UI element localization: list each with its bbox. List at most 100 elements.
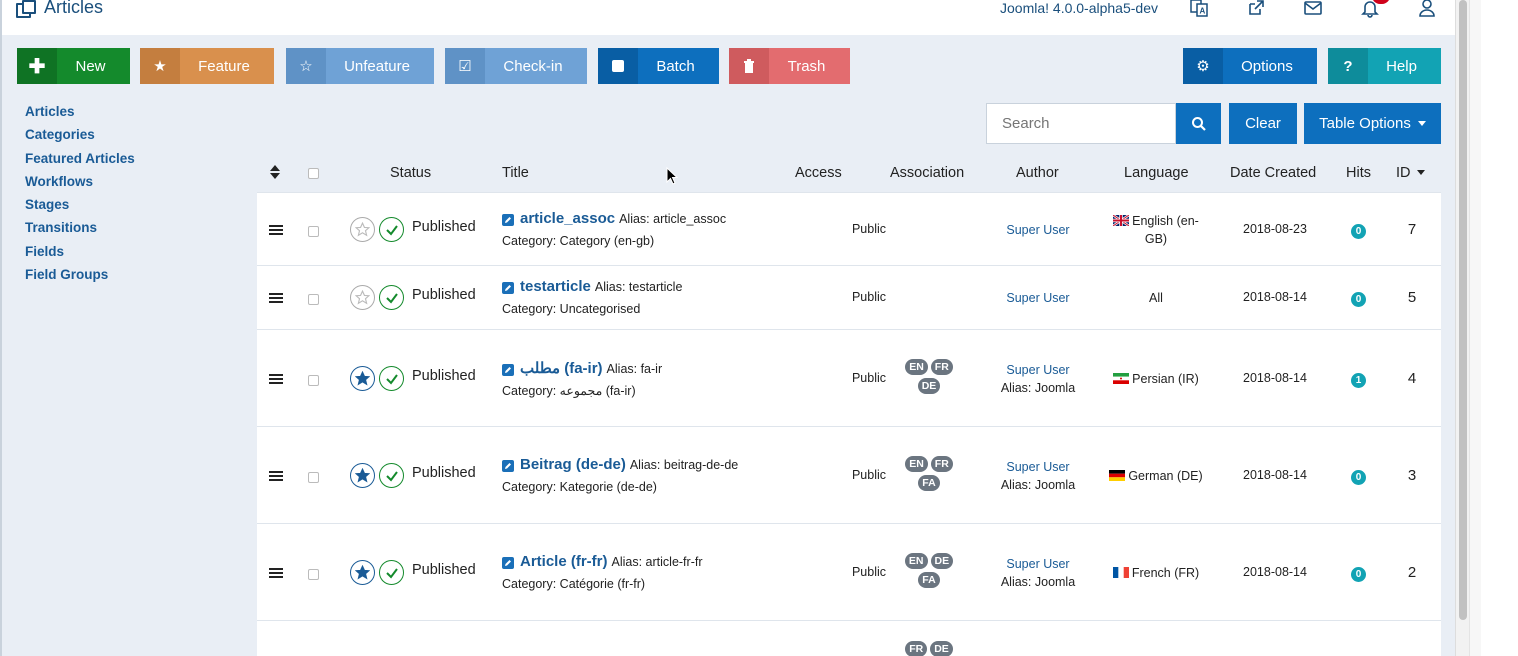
status-text: Published [412, 287, 476, 303]
article-category: Category: Category (en-gb) [502, 234, 655, 248]
search-input[interactable] [986, 103, 1176, 144]
language-name: All [1149, 291, 1163, 305]
drag-handle-icon[interactable] [269, 293, 283, 303]
th-author[interactable]: Author [1016, 165, 1059, 181]
article-title-link[interactable]: testarticle [520, 278, 591, 295]
published-check-icon[interactable] [379, 366, 404, 391]
scrollbar-thumb[interactable] [1459, 0, 1467, 620]
table-options-button[interactable]: Table Options [1304, 103, 1441, 144]
sidebar-item-articles[interactable]: Articles [25, 100, 135, 123]
author-alias: Alias: Joomla [1000, 381, 1076, 395]
association-badge[interactable]: DE [917, 378, 941, 394]
flag-de-icon [1109, 469, 1128, 483]
author-link[interactable]: Super User [988, 221, 1088, 239]
author-link[interactable]: Super User [988, 289, 1088, 307]
mail-icon[interactable] [1303, 0, 1323, 18]
article-category: Category: Uncategorised [502, 302, 641, 316]
association-badge[interactable]: EN [904, 553, 928, 569]
search-icon [1191, 116, 1206, 131]
select-all-checkbox[interactable] [308, 168, 319, 179]
article-title-link[interactable]: Beitrag (de-de) [520, 456, 626, 473]
th-hits[interactable]: Hits [1346, 165, 1371, 181]
featured-star-icon[interactable] [350, 560, 375, 585]
author-link[interactable]: Super User [988, 555, 1088, 573]
published-check-icon[interactable] [379, 285, 404, 310]
sidebar-item-fields[interactable]: Fields [25, 240, 135, 263]
row-checkbox[interactable] [308, 226, 319, 237]
association-badge[interactable]: FA [918, 572, 940, 588]
drag-handle-icon[interactable] [269, 374, 283, 384]
unfeature-button[interactable]: ☆ Unfeature [286, 48, 434, 84]
th-access[interactable]: Access [795, 165, 842, 181]
feature-button[interactable]: ★ Feature [140, 48, 274, 84]
unfeatured-star-icon[interactable] [350, 285, 375, 310]
article-title-link[interactable]: article_assoc [520, 210, 615, 227]
version-link[interactable]: Joomla! 4.0.0-alpha5-dev [1000, 0, 1158, 16]
vertical-scrollbar[interactable] [1455, 0, 1469, 656]
article-alias: Alias: fa-ir [606, 362, 663, 376]
edit-icon[interactable] [502, 557, 514, 569]
status-text: Published [412, 465, 476, 481]
sidebar-item-featured-articles[interactable]: Featured Articles [25, 147, 135, 170]
hits-badge: 0 [1351, 470, 1366, 485]
association-badge[interactable]: FR [930, 456, 953, 472]
featured-star-icon[interactable] [350, 366, 375, 391]
th-status[interactable]: Status [390, 165, 431, 181]
checkin-button[interactable]: ☑ Check-in [445, 48, 587, 84]
options-button[interactable]: ⚙ Options [1183, 48, 1317, 84]
unfeatured-star-icon[interactable] [350, 217, 375, 242]
drag-handle-icon[interactable] [269, 225, 283, 235]
edit-icon[interactable] [502, 282, 514, 294]
association-badge[interactable]: DE [930, 553, 954, 569]
edit-icon[interactable] [502, 214, 514, 226]
sidebar-item-field-groups[interactable]: Field Groups [25, 263, 135, 286]
sidebar-item-categories[interactable]: Categories [25, 123, 135, 146]
published-check-icon[interactable] [379, 217, 404, 242]
th-id[interactable]: ID [1396, 165, 1425, 181]
hits-badge: 1 [1351, 373, 1366, 388]
published-check-icon[interactable] [379, 560, 404, 585]
search-button[interactable] [1176, 103, 1221, 144]
new-button[interactable]: ✚ New [17, 48, 130, 84]
th-association[interactable]: Association [890, 165, 964, 181]
user-icon[interactable] [1417, 0, 1437, 18]
sidebar-item-transitions[interactable]: Transitions [25, 216, 135, 239]
association-badge[interactable]: FR [930, 359, 953, 375]
row-checkbox[interactable] [308, 294, 319, 305]
edit-icon[interactable] [502, 364, 514, 376]
language-cell: All [1106, 289, 1206, 307]
batch-button[interactable]: Batch [598, 48, 719, 84]
association-badge[interactable]: DE [930, 641, 953, 656]
association-badge[interactable]: EN [905, 456, 928, 472]
row-checkbox[interactable] [308, 375, 319, 386]
table-header: Status Title Access Association Author L… [257, 153, 1441, 193]
article-title-link[interactable]: مطلب (fa-ir) [520, 359, 603, 377]
association-badge[interactable]: FR [905, 641, 928, 656]
page-title-wrap: Articles [16, 0, 103, 18]
trash-button[interactable]: Trash [729, 48, 850, 84]
sidebar-item-stages[interactable]: Stages [25, 193, 135, 216]
row-checkbox[interactable] [308, 472, 319, 483]
th-language[interactable]: Language [1124, 165, 1189, 181]
sort-order-icon[interactable] [270, 165, 280, 183]
edit-icon[interactable] [502, 460, 514, 472]
association-badge[interactable]: FA [918, 475, 940, 491]
article-category: Category: مجموعه (fa-ir) [502, 384, 636, 398]
author-link[interactable]: Super User [988, 458, 1088, 476]
drag-handle-icon[interactable] [269, 568, 283, 578]
clear-button[interactable]: Clear [1229, 103, 1297, 144]
drag-handle-icon[interactable] [269, 471, 283, 481]
published-check-icon[interactable] [379, 463, 404, 488]
th-date-created[interactable]: Date Created [1230, 165, 1316, 181]
language-icon[interactable]: A [1189, 0, 1209, 18]
help-button[interactable]: ? Help [1328, 48, 1441, 84]
article-title-link[interactable]: Article (fr-fr) [520, 553, 608, 570]
featured-star-icon[interactable] [350, 463, 375, 488]
author-link[interactable]: Super User [988, 361, 1088, 379]
date-created: 2018-08-14 [1243, 565, 1307, 579]
row-checkbox[interactable] [308, 569, 319, 580]
sidebar-item-workflows[interactable]: Workflows [25, 170, 135, 193]
association-badge[interactable]: EN [905, 359, 928, 375]
th-title[interactable]: Title [502, 165, 529, 181]
external-link-icon[interactable] [1246, 0, 1266, 18]
